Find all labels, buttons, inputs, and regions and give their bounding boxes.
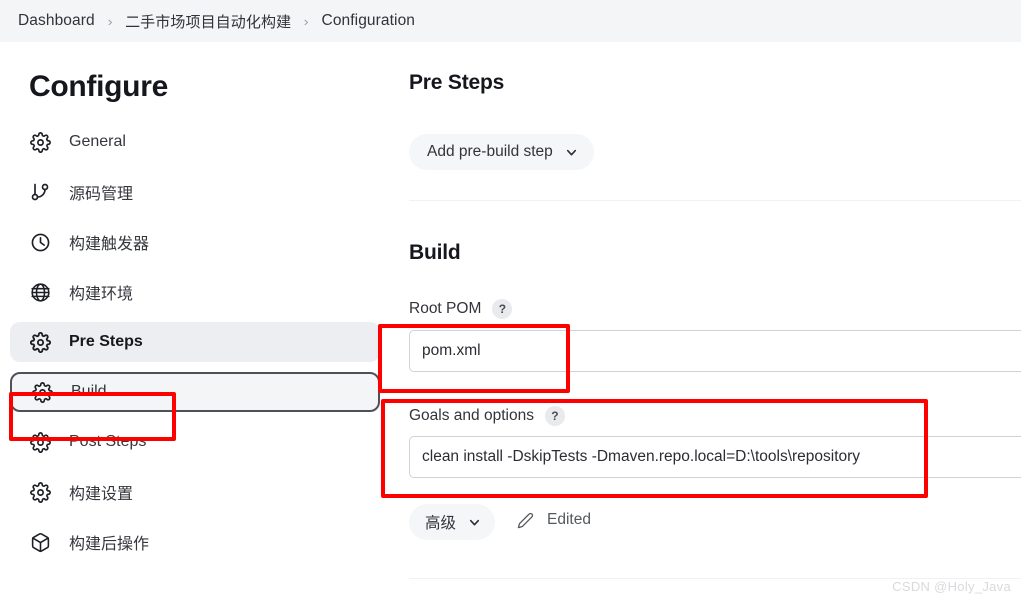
breadcrumb-item-configuration[interactable]: Configuration bbox=[322, 12, 416, 30]
sidebar-item-label: 源码管理 bbox=[69, 186, 134, 203]
sidebar-item-post-build-actions[interactable]: 构建后操作 bbox=[10, 522, 380, 562]
sidebar-item-label: Post Steps bbox=[69, 433, 147, 450]
sidebar-item-label: General bbox=[69, 133, 126, 150]
goals-and-options-input[interactable] bbox=[409, 436, 1021, 478]
main-content: Pre Steps Add pre-build step Build Root … bbox=[392, 42, 1021, 600]
sidebar-item-general[interactable]: General bbox=[10, 122, 380, 162]
section-divider bbox=[409, 200, 1021, 201]
add-pre-build-step-button[interactable]: Add pre-build step bbox=[409, 134, 594, 170]
sidebar-item-label: 构建环境 bbox=[69, 286, 134, 303]
breadcrumb: Dashboard › 二手市场项目自动化构建 › Configuration bbox=[0, 0, 1021, 42]
sidebar-nav-list: General 源码管理 构建触发器 构建环境 Pre Steps Build … bbox=[10, 122, 380, 572]
sidebar-item-label: 构建触发器 bbox=[69, 236, 150, 253]
edited-indicator[interactable]: Edited bbox=[517, 511, 591, 529]
gear-icon bbox=[31, 381, 53, 403]
sidebar: Configure General 源码管理 构建触发器 构建环境 Pre St… bbox=[0, 42, 392, 600]
package-icon bbox=[29, 531, 51, 553]
root-pom-input[interactable] bbox=[409, 330, 1021, 372]
root-pom-label: Root POM ? bbox=[409, 299, 513, 319]
chevron-right-icon: › bbox=[303, 13, 309, 29]
chevron-down-icon bbox=[467, 515, 482, 530]
chevron-right-icon: › bbox=[107, 13, 113, 29]
sidebar-item-build-triggers[interactable]: 构建触发器 bbox=[10, 222, 380, 262]
root-pom-label-text: Root POM bbox=[409, 300, 482, 317]
sidebar-item-label: Pre Steps bbox=[69, 333, 143, 350]
sidebar-item-pre-steps[interactable]: Pre Steps bbox=[10, 322, 380, 362]
gear-icon bbox=[29, 481, 51, 503]
gear-icon bbox=[29, 431, 51, 453]
goals-and-options-label: Goals and options ? bbox=[409, 406, 565, 426]
sidebar-item-label: Build bbox=[71, 383, 107, 400]
chevron-down-icon bbox=[564, 145, 579, 160]
breadcrumb-item-project[interactable]: 二手市场项目自动化构建 bbox=[125, 11, 291, 32]
sidebar-item-label: 构建后操作 bbox=[69, 536, 150, 553]
sidebar-item-source-control[interactable]: 源码管理 bbox=[10, 172, 380, 212]
clock-icon bbox=[29, 231, 51, 253]
advanced-button[interactable]: 高级 bbox=[409, 504, 496, 540]
sidebar-item-build-settings[interactable]: 构建设置 bbox=[10, 472, 380, 512]
section-title-pre-steps: Pre Steps bbox=[409, 71, 505, 94]
watermark: CSDN @Holy_Java bbox=[892, 579, 1011, 594]
breadcrumb-item-dashboard[interactable]: Dashboard bbox=[18, 12, 95, 30]
sidebar-item-build-environment[interactable]: 构建环境 bbox=[10, 272, 380, 312]
goals-label-text: Goals and options bbox=[409, 407, 534, 424]
page-title: Configure bbox=[29, 70, 168, 103]
configure-page: Dashboard › 二手市场项目自动化构建 › Configuration … bbox=[0, 0, 1021, 600]
edited-label: Edited bbox=[547, 511, 591, 528]
help-icon[interactable]: ? bbox=[492, 299, 513, 319]
advanced-label: 高级 bbox=[425, 515, 457, 532]
add-pre-build-step-label: Add pre-build step bbox=[427, 143, 553, 160]
globe-icon bbox=[29, 281, 51, 303]
help-icon[interactable]: ? bbox=[544, 406, 565, 426]
section-title-build: Build bbox=[409, 241, 461, 264]
pencil-icon bbox=[517, 512, 534, 529]
sidebar-item-build[interactable]: Build bbox=[10, 372, 380, 412]
sidebar-item-label: 构建设置 bbox=[69, 486, 134, 503]
gear-icon bbox=[29, 331, 51, 353]
sidebar-item-post-steps[interactable]: Post Steps bbox=[10, 422, 380, 462]
gear-icon bbox=[29, 131, 51, 153]
git-branch-icon bbox=[29, 181, 51, 203]
